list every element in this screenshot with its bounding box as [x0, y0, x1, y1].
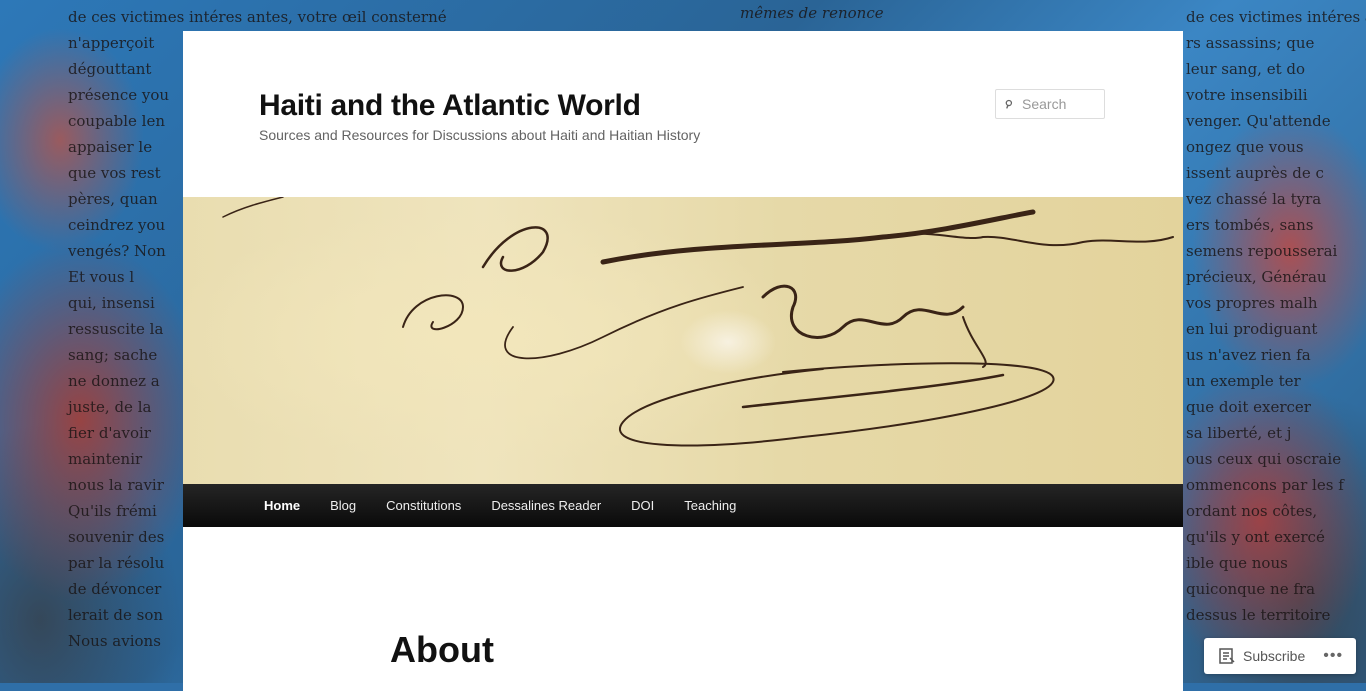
- background-text-line: venger. Qu'attende: [1186, 112, 1331, 130]
- subscribe-label: Subscribe: [1243, 648, 1306, 664]
- background-text-line: un exemple ter: [1186, 372, 1301, 390]
- background-text-line: us n'avez rien fa: [1186, 346, 1311, 364]
- subscribe-button[interactable]: Subscribe •••: [1204, 638, 1356, 674]
- site-title[interactable]: Haiti and the Atlantic World: [259, 89, 641, 123]
- nav-item-teaching[interactable]: Teaching: [669, 484, 751, 527]
- background-text-line: que doit exercer: [1186, 398, 1311, 416]
- background-text-line: semens repousserai: [1186, 242, 1338, 260]
- background-text-line: rs assassins; que: [1186, 34, 1315, 52]
- page-title: About: [390, 629, 494, 670]
- page-container: Haiti and the Atlantic World Sources and…: [183, 31, 1183, 691]
- background-text-line: ers tombés, sans: [1186, 216, 1314, 234]
- background-text-line: sa liberté, et j: [1186, 424, 1292, 442]
- search-icon: [1005, 99, 1013, 109]
- search-input[interactable]: [1020, 95, 1104, 113]
- background-text-line: de ces victimes intéres antes, votre œ: [1186, 8, 1366, 26]
- header-image: [183, 197, 1183, 485]
- background-text-line: leur sang, et do: [1186, 60, 1306, 78]
- background-text-line: ongez que vous: [1186, 138, 1304, 156]
- background-text-line: ous ceux qui oscraie: [1186, 450, 1342, 468]
- background-text-line: votre insensibili: [1186, 86, 1308, 104]
- nav-item-doi[interactable]: DOI: [616, 484, 669, 527]
- nav-item-blog[interactable]: Blog: [315, 484, 371, 527]
- background-text-line: ible que nous: [1186, 554, 1288, 572]
- signature-image: [222, 197, 1174, 447]
- background-text-line: précieux, Générau: [1186, 268, 1327, 286]
- background-text-line: de ces victimes intéres antes, votre œil…: [68, 8, 447, 26]
- background-text-line: en lui prodiguant: [1186, 320, 1318, 338]
- site-description: Sources and Resources for Discussions ab…: [259, 127, 701, 143]
- nav-item-constitutions[interactable]: Constitutions: [371, 484, 476, 527]
- background-text-line: vez chassé la tyra: [1186, 190, 1322, 208]
- search-box[interactable]: [995, 89, 1105, 119]
- nav-item-dessalines-reader[interactable]: Dessalines Reader: [476, 484, 616, 527]
- main-navigation: Home Blog Constitutions Dessalines Reade…: [183, 484, 1183, 527]
- reader-icon: [1219, 648, 1235, 664]
- background-text-line: vos propres malh: [1186, 294, 1318, 312]
- background-text-line: issent auprès de c: [1186, 164, 1324, 182]
- background-text-line: qu'ils y ont exercé: [1186, 528, 1325, 546]
- background-text-line: ommencons par les f: [1186, 476, 1344, 494]
- background-text-line: dessus le territoire: [1186, 606, 1331, 624]
- more-options-icon[interactable]: •••: [1323, 647, 1343, 665]
- background-text-right: de ces victimes intéres antes, votre œ rs…: [1186, 4, 1366, 628]
- background-text-line: quiconque ne fra: [1186, 580, 1316, 598]
- background-text-top: mêmes de renonce: [740, 4, 884, 22]
- background-text-line: ordant nos côtes,: [1186, 502, 1318, 520]
- nav-item-home[interactable]: Home: [249, 484, 315, 527]
